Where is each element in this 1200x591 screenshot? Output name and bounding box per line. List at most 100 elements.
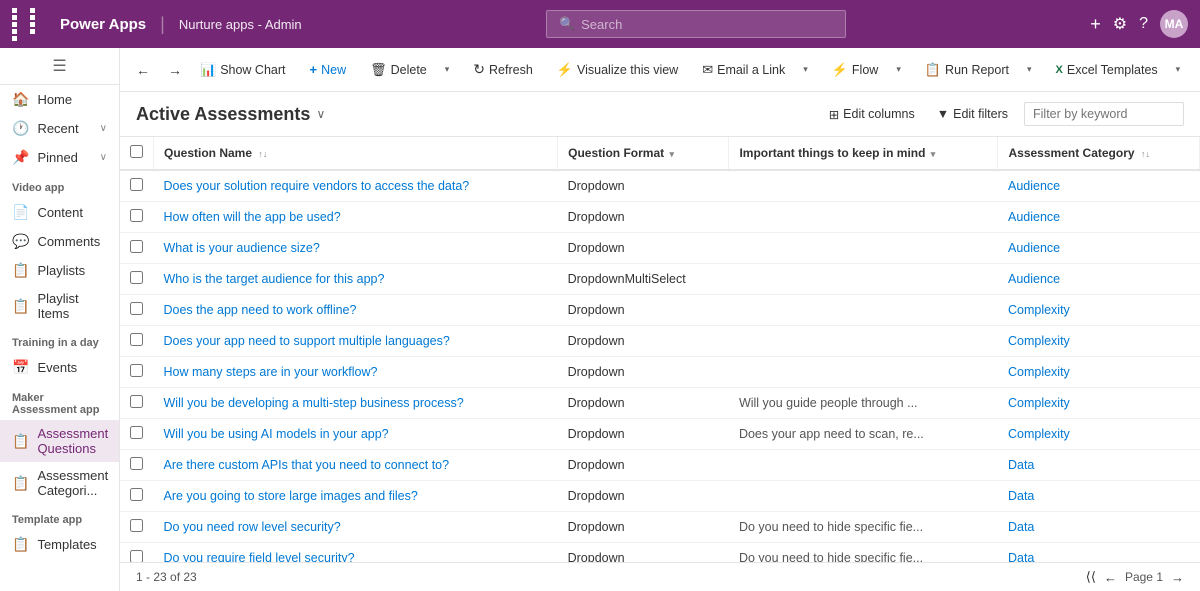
row-checkbox-2[interactable] [130,240,143,253]
main-layout: ☰ 🏠 Home 🕐 Recent ∨ 📌 Pinned ∨ Video app… [0,48,1200,591]
page-header-actions: ⊞ Edit columns ▼ Edit filters [823,102,1184,126]
question-format-filter-icon[interactable]: ▾ [669,149,674,159]
flow-button[interactable]: ⚡ Flow [824,57,887,83]
assessment-category-link[interactable]: Audience [1008,241,1060,255]
delete-button[interactable]: 🗑 Delete [362,57,435,83]
edit-filters-button[interactable]: ▼ Edit filters [931,103,1014,125]
assessment-category-cell: Data [998,450,1200,481]
excel-templates-chevron[interactable]: ▾ [1168,59,1189,80]
avatar[interactable]: MA [1160,10,1188,38]
sidebar-item-home[interactable]: 🏠 Home [0,85,119,114]
question-name-link[interactable]: Does your solution require vendors to ac… [164,179,470,193]
new-button[interactable]: + New [302,57,355,82]
assessment-category-link[interactable]: Complexity [1008,427,1070,441]
question-name-link[interactable]: How many steps are in your workflow? [164,365,378,379]
assessment-category-link[interactable]: Data [1008,489,1034,503]
row-checkbox-1[interactable] [130,209,143,222]
assessment-category-link[interactable]: Complexity [1008,396,1070,410]
sidebar-item-playlist-items[interactable]: 📋 Playlist Items [0,285,119,327]
important-things-cell [729,326,998,357]
question-name-link[interactable]: Does your app need to support multiple l… [164,334,450,348]
sidebar-item-events[interactable]: 📅 Events [0,353,119,382]
sidebar-item-templates[interactable]: 📋 Templates [0,530,119,559]
row-checkbox-8[interactable] [130,426,143,439]
search-bar[interactable]: 🔍 Search [546,10,846,38]
sidebar-item-playlists[interactable]: 📋 Playlists [0,256,119,285]
back-button[interactable]: ← [128,57,158,83]
question-name-link[interactable]: Who is the target audience for this app? [164,272,385,286]
assessment-category-link[interactable]: Data [1008,520,1034,534]
help-icon[interactable]: ? [1139,15,1148,33]
sidebar-item-comments[interactable]: 💬 Comments [0,227,119,256]
question-name-link[interactable]: Are you going to store large images and … [164,489,418,503]
question-name-link[interactable]: Will you be using AI models in your app? [164,427,389,441]
sidebar-item-assessment-questions[interactable]: 📋 Assessment Questions [0,420,119,462]
sidebar-item-assessment-categories[interactable]: 📋 Assessment Categori... [0,462,119,504]
filter-keyword-input[interactable] [1024,102,1184,126]
page-title-chevron[interactable]: ∨ [316,107,325,121]
settings-icon[interactable]: ⚙ [1113,14,1127,34]
show-chart-button[interactable]: 📊 Show Chart [192,57,294,83]
visualize-button[interactable]: ⚡ Visualize this view [549,57,686,83]
email-chevron[interactable]: ▾ [795,59,816,80]
row-checkbox-0[interactable] [130,178,143,191]
run-report-chevron[interactable]: ▾ [1019,59,1040,80]
menu-icon[interactable]: ☰ [52,56,66,76]
delete-chevron[interactable]: ▾ [437,59,458,80]
assessment-category-link[interactable]: Data [1008,458,1034,472]
email-link-button[interactable]: ✉ Email a Link [694,57,793,83]
question-name-link[interactable]: Does the app need to work offline? [164,303,357,317]
forward-button[interactable]: → [160,57,190,83]
row-checkbox-12[interactable] [130,550,143,562]
export-excel-button[interactable]: X Export to Excel [1196,58,1200,82]
question-format-cell: Dropdown [558,357,729,388]
next-page-button[interactable]: → [1171,570,1184,585]
flow-chevron[interactable]: ▾ [888,59,909,80]
row-checkbox-cell [120,295,154,326]
important-things-filter-icon[interactable]: ▾ [931,149,936,159]
row-checkbox-9[interactable] [130,457,143,470]
assessment-category-link[interactable]: Audience [1008,272,1060,286]
question-name-link[interactable]: How often will the app be used? [164,210,341,224]
first-page-button[interactable]: ⟨⟨ [1086,569,1096,585]
question-name-link[interactable]: What is your audience size? [164,241,320,255]
assessment-category-link[interactable]: Complexity [1008,334,1070,348]
select-all-checkbox[interactable] [130,145,143,158]
question-name-cell: Are you going to store large images and … [154,481,558,512]
table-header-row: Question Name ↑↓ Question Format ▾ Impor… [120,137,1200,170]
sidebar-item-playlist-items-label: Playlist Items [37,291,107,321]
assessment-category-link[interactable]: Data [1008,551,1034,562]
sidebar-item-assessment-questions-label: Assessment Questions [37,426,108,456]
question-name-link[interactable]: Do you require field level security? [164,551,355,562]
row-checkbox-6[interactable] [130,364,143,377]
app-grid-icon[interactable] [12,8,46,41]
row-checkbox-10[interactable] [130,488,143,501]
row-checkbox-4[interactable] [130,302,143,315]
row-checkbox-7[interactable] [130,395,143,408]
question-name-link[interactable]: Are there custom APIs that you need to c… [164,458,450,472]
refresh-button[interactable]: ↻ Refresh [465,56,541,83]
row-checkbox-5[interactable] [130,333,143,346]
row-checkbox-11[interactable] [130,519,143,532]
sidebar-item-pinned[interactable]: 📌 Pinned ∨ [0,143,119,172]
assessment-category-link[interactable]: Complexity [1008,303,1070,317]
sidebar-item-content[interactable]: 📄 Content [0,198,119,227]
question-name-link[interactable]: Will you be developing a multi-step busi… [164,396,464,410]
assessment-category-link[interactable]: Complexity [1008,365,1070,379]
question-name-sort-icon[interactable]: ↑↓ [258,149,267,159]
assessment-category-sort-icon[interactable]: ↑↓ [1141,149,1150,159]
table-row: Who is the target audience for this app?… [120,264,1200,295]
excel-templates-button[interactable]: X Excel Templates [1048,58,1166,82]
row-checkbox-3[interactable] [130,271,143,284]
important-things-cell: Do you need to hide specific fie... [729,512,998,543]
sidebar-item-recent[interactable]: 🕐 Recent ∨ [0,114,119,143]
assessment-category-link[interactable]: Audience [1008,210,1060,224]
add-icon[interactable]: + [1090,14,1101,35]
nav-divider: | [160,14,165,35]
assessment-category-link[interactable]: Audience [1008,179,1060,193]
question-name-link[interactable]: Do you need row level security? [164,520,341,534]
prev-page-button[interactable]: ← [1104,570,1117,585]
run-report-button[interactable]: 📋 Run Report [917,57,1017,83]
edit-columns-button[interactable]: ⊞ Edit columns [823,103,921,126]
pinned-chevron: ∨ [100,152,107,163]
